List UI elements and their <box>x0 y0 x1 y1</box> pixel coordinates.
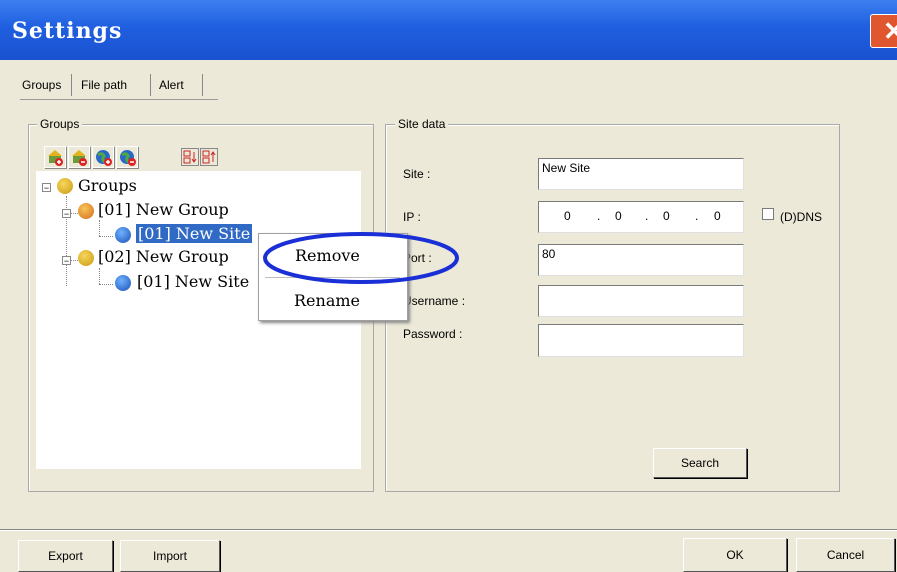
site-label: Site : <box>403 167 431 181</box>
tab-groups[interactable]: Groups <box>18 73 65 97</box>
tree-site-label[interactable]: [01] New Site <box>137 272 249 291</box>
site-icon <box>115 275 131 291</box>
site-input[interactable]: New Site <box>538 158 744 190</box>
tab-underline <box>20 99 218 100</box>
search-button[interactable]: Search <box>653 448 747 478</box>
tree-root-label[interactable]: Groups <box>78 176 137 195</box>
tree-line <box>99 236 113 237</box>
tab-file-path[interactable]: File path <box>77 73 131 97</box>
ip-dot: . <box>597 209 601 223</box>
groups-legend: Groups <box>37 117 83 131</box>
password-input[interactable] <box>538 324 744 357</box>
remove-group-icon[interactable] <box>68 146 90 168</box>
tree-site-label-selected[interactable]: [01] New Site <box>136 224 253 243</box>
ip-octet[interactable]: 0 <box>615 209 622 223</box>
collapse-icon[interactable]: − <box>42 183 51 193</box>
ip-dot: . <box>645 209 649 223</box>
tab-separator <box>202 74 203 96</box>
add-group-icon[interactable] <box>44 146 66 168</box>
move-up-button[interactable] <box>200 148 218 166</box>
cancel-button[interactable]: Cancel <box>796 538 895 572</box>
tree-group-label[interactable]: [02] New Group <box>98 247 229 266</box>
username-input[interactable] <box>538 285 744 317</box>
footer-separator-highlight <box>0 530 897 531</box>
tree-group-label[interactable]: [01] New Group <box>98 200 229 219</box>
site-icon <box>115 227 131 243</box>
export-button[interactable]: Export <box>18 540 113 572</box>
password-label: Password : <box>403 327 463 341</box>
context-menu-rename[interactable]: Rename <box>294 291 360 310</box>
group-icon <box>78 250 94 266</box>
highlight-ellipse <box>263 232 459 284</box>
ok-button[interactable]: OK <box>683 538 787 572</box>
remove-site-icon[interactable] <box>116 146 138 168</box>
collapse-icon[interactable]: − <box>62 209 71 219</box>
import-button[interactable]: Import <box>120 540 220 572</box>
tree-line <box>99 268 100 284</box>
ddns-checkbox[interactable] <box>762 208 774 220</box>
groups-root-icon <box>57 178 73 194</box>
window-title: Settings <box>12 18 123 44</box>
tab-alert[interactable]: Alert <box>155 73 188 97</box>
group-icon <box>78 203 94 219</box>
ip-octet[interactable]: 0 <box>663 209 670 223</box>
close-icon: ✕ <box>883 16 897 46</box>
title-bar[interactable] <box>0 0 897 60</box>
username-label: Username : <box>403 294 466 308</box>
add-site-icon[interactable] <box>92 146 114 168</box>
move-down-icon <box>183 150 197 164</box>
tree-line <box>99 220 100 236</box>
ip-dot: . <box>695 209 699 223</box>
tab-separator <box>71 74 72 96</box>
move-up-icon <box>202 150 216 164</box>
tree-line <box>99 284 113 285</box>
collapse-icon[interactable]: − <box>62 256 71 266</box>
ip-octet[interactable]: 0 <box>564 209 571 223</box>
site-data-legend: Site data <box>395 117 449 131</box>
ip-octet[interactable]: 0 <box>714 209 721 223</box>
ddns-label: (D)DNS <box>780 210 822 224</box>
close-button[interactable]: ✕ <box>870 14 897 48</box>
ip-input[interactable]: 0 . 0 . 0 . 0 <box>538 201 744 233</box>
ip-label: IP : <box>403 210 421 224</box>
tab-separator <box>150 74 151 96</box>
port-input[interactable]: 80 <box>538 244 744 276</box>
move-down-button[interactable] <box>181 148 199 166</box>
